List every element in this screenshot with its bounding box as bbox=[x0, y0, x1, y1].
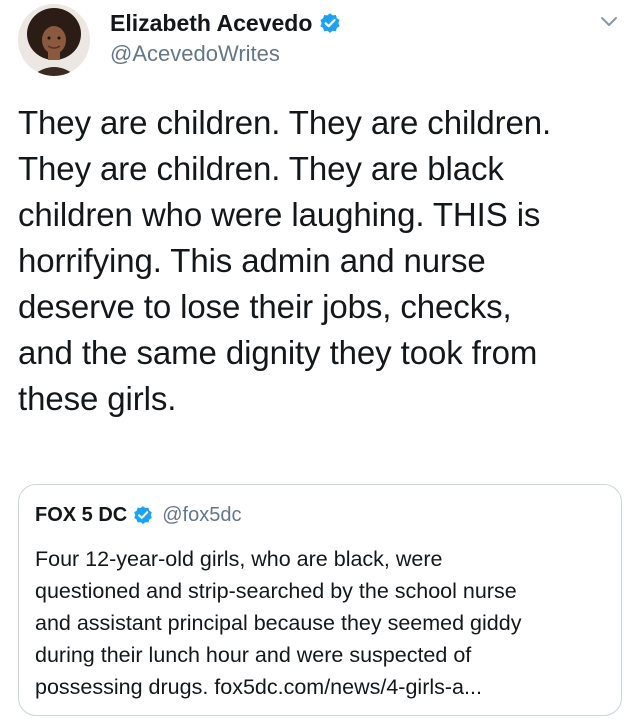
quoted-author-handle: @fox5dc bbox=[162, 503, 242, 526]
tweet-text: They are children. They are children. Th… bbox=[18, 100, 630, 422]
verified-badge-icon bbox=[318, 11, 342, 35]
tweet: Elizabeth Acevedo @AcevedoWrites They ar… bbox=[0, 0, 640, 724]
quoted-text-line: during their lunch hour and were suspect… bbox=[35, 643, 472, 667]
tweet-text-line: They are children. They are children. bbox=[18, 104, 552, 141]
quoted-tweet-header: FOX 5 DC @fox5dc bbox=[35, 501, 241, 529]
tweet-text-line: children who were laughing. THIS is bbox=[18, 196, 541, 233]
quoted-author-name: FOX 5 DC bbox=[35, 503, 128, 526]
quoted-tweet-card[interactable]: FOX 5 DC @fox5dc Four 12-year-old girls,… bbox=[18, 484, 622, 716]
quoted-text-line: and assistant principal because they see… bbox=[35, 611, 522, 635]
author-handle[interactable]: @AcevedoWrites bbox=[110, 41, 280, 67]
verified-badge-icon bbox=[132, 504, 154, 526]
chevron-down-icon[interactable] bbox=[597, 10, 621, 34]
tweet-text-line: deserve to lose their jobs, checks, bbox=[18, 288, 512, 325]
author-name-row: Elizabeth Acevedo bbox=[110, 8, 342, 38]
avatar-image bbox=[18, 4, 90, 76]
quoted-tweet-text: Four 12-year-old girls, who are black, w… bbox=[35, 543, 615, 703]
tweet-text-line: these girls. bbox=[18, 380, 177, 417]
tweet-text-line: They are children. They are black bbox=[18, 150, 504, 187]
avatar[interactable] bbox=[18, 4, 90, 76]
tweet-text-line: horrifying. This admin and nurse bbox=[18, 242, 486, 279]
quoted-text-line: questioned and strip-searched by the sch… bbox=[35, 579, 517, 603]
author-name[interactable]: Elizabeth Acevedo bbox=[110, 10, 312, 37]
quoted-text-line: Four 12-year-old girls, who are black, w… bbox=[35, 547, 443, 571]
quoted-text-line: possessing drugs. fox5dc.com/news/4-girl… bbox=[35, 675, 482, 699]
tweet-text-line: and the same dignity they took from bbox=[18, 334, 538, 371]
